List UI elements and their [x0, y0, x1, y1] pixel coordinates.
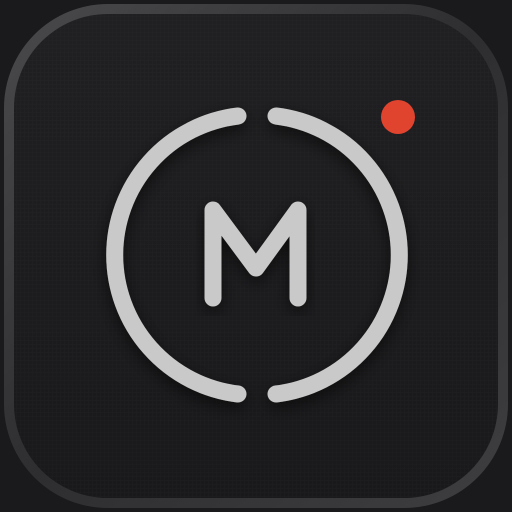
- record-dot-icon: [381, 100, 415, 134]
- app-icon: [4, 4, 508, 508]
- app-icon-canvas: [0, 0, 512, 512]
